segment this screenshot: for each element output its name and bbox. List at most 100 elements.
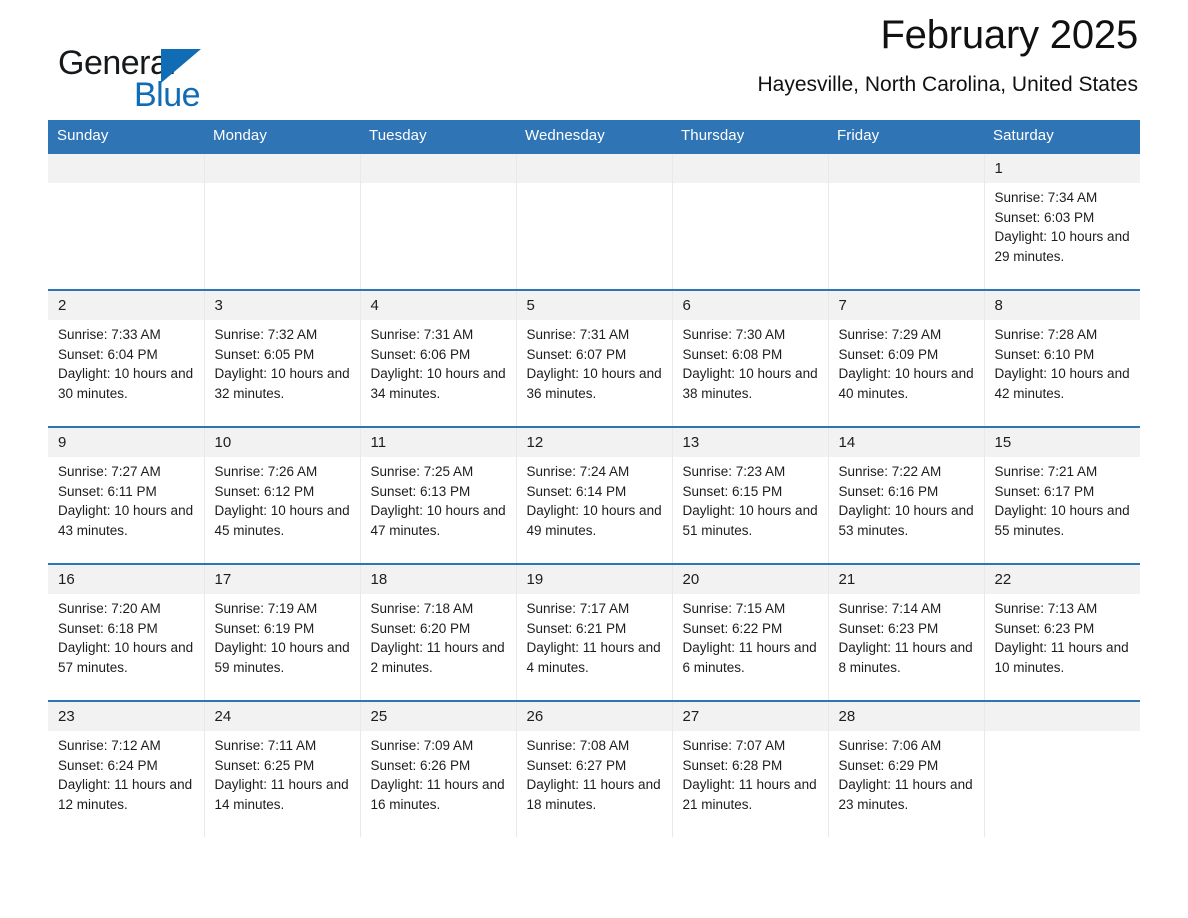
daylight-text: Daylight: 11 hours and 10 minutes.: [994, 640, 1129, 675]
day-number: [204, 154, 360, 183]
calendar-day-cell[interactable]: 6 Sunrise: 7:30 AM Sunset: 6:08 PM Daylight…: [671, 289, 829, 427]
sunrise-text: Sunrise: 7:07 AM: [682, 738, 786, 753]
calendar-day-cell[interactable]: 8 Sunrise: 7:28 AM Sunset: 6:10 PM Daylight…: [983, 289, 1141, 427]
calendar-day-cell-empty: [48, 152, 205, 290]
calendar-day-cell[interactable]: 21 Sunrise: 7:14 AM Sunset: 6:23 PM Dayligh…: [827, 563, 985, 701]
day-info: Sunrise: 7:31 AM Sunset: 6:07 PM Daylight:…: [517, 320, 672, 403]
calendar-day-cell[interactable]: 3 Sunrise: 7:32 AM Sunset: 6:05 PM Daylight…: [203, 289, 361, 427]
day-info: Sunrise: 7:21 AM Sunset: 6:17 PM Daylight:…: [985, 457, 1141, 540]
page-subtitle: Hayesville, North Carolina, United State…: [757, 73, 1138, 96]
logo-text-blue: Blue: [134, 76, 201, 114]
sunset-text: Sunset: 6:25 PM: [214, 757, 315, 773]
day-number: 28: [828, 702, 984, 731]
day-number: [48, 154, 204, 183]
sunset-text: Sunset: 6:13 PM: [370, 483, 471, 499]
calendar-day-cell[interactable]: 24 Sunrise: 7:11 AM Sunset: 6:25 PM Dayligh…: [203, 700, 361, 837]
sunrise-text: Sunrise: 7:06 AM: [838, 738, 942, 753]
sunset-text: Sunset: 6:23 PM: [994, 620, 1095, 636]
sunset-text: Sunset: 6:19 PM: [214, 620, 315, 636]
page-title: February 2025: [880, 13, 1138, 57]
day-info: Sunrise: 7:30 AM Sunset: 6:08 PM Daylight:…: [673, 320, 828, 403]
day-info: Sunrise: 7:19 AM Sunset: 6:19 PM Daylight:…: [205, 594, 360, 677]
day-number: 18: [360, 565, 516, 594]
calendar-day-cell[interactable]: 9 Sunrise: 7:27 AM Sunset: 6:11 PM Daylight…: [48, 426, 205, 564]
day-number: 22: [984, 565, 1140, 594]
weekday-header-monday: Monday: [204, 120, 360, 153]
sunset-text: Sunset: 6:17 PM: [994, 483, 1095, 499]
daylight-text: Daylight: 10 hours and 49 minutes.: [526, 503, 662, 538]
calendar-body: 1 Sunrise: 7:34 AM Sunset: 6:03 PM Daylight…: [48, 152, 1141, 837]
calendar-day-cell[interactable]: 4 Sunrise: 7:31 AM Sunset: 6:06 PM Daylight…: [359, 289, 517, 427]
calendar-day-cell[interactable]: 13 Sunrise: 7:23 AM Sunset: 6:15 PM Dayligh…: [671, 426, 829, 564]
day-info: Sunrise: 7:29 AM Sunset: 6:09 PM Daylight:…: [829, 320, 984, 403]
sunrise-text: Sunrise: 7:14 AM: [838, 601, 942, 616]
sunrise-text: Sunrise: 7:25 AM: [370, 464, 474, 479]
calendar-day-cell[interactable]: 28 Sunrise: 7:06 AM Sunset: 6:29 PM Dayligh…: [827, 700, 985, 837]
daylight-text: Daylight: 11 hours and 12 minutes.: [58, 777, 193, 812]
sunset-text: Sunset: 6:29 PM: [838, 757, 939, 773]
calendar-day-cell[interactable]: 15 Sunrise: 7:21 AM Sunset: 6:17 PM Dayligh…: [983, 426, 1141, 564]
daylight-text: Daylight: 10 hours and 42 minutes.: [994, 366, 1130, 401]
calendar-day-cell[interactable]: 26 Sunrise: 7:08 AM Sunset: 6:27 PM Dayligh…: [515, 700, 673, 837]
sunset-text: Sunset: 6:07 PM: [526, 346, 627, 362]
calendar-day-cell[interactable]: 1 Sunrise: 7:34 AM Sunset: 6:03 PM Daylight…: [983, 152, 1141, 290]
day-number: [672, 154, 828, 183]
sunset-text: Sunset: 6:05 PM: [214, 346, 315, 362]
calendar-day-cell[interactable]: 27 Sunrise: 7:07 AM Sunset: 6:28 PM Dayligh…: [671, 700, 829, 837]
sunrise-text: Sunrise: 7:13 AM: [994, 601, 1098, 616]
weekday-header-friday: Friday: [828, 120, 984, 153]
calendar-day-cell[interactable]: 14 Sunrise: 7:22 AM Sunset: 6:16 PM Dayligh…: [827, 426, 985, 564]
sunrise-text: Sunrise: 7:33 AM: [58, 327, 161, 342]
sunrise-text: Sunrise: 7:15 AM: [682, 601, 786, 616]
daylight-text: Daylight: 10 hours and 47 minutes.: [370, 503, 506, 538]
general-blue-logo: General Blue: [58, 46, 318, 116]
day-info: Sunrise: 7:22 AM Sunset: 6:16 PM Daylight:…: [829, 457, 984, 540]
calendar-day-cell[interactable]: 2 Sunrise: 7:33 AM Sunset: 6:04 PM Daylight…: [48, 289, 205, 427]
daylight-text: Daylight: 11 hours and 16 minutes.: [370, 777, 505, 812]
daylight-text: Daylight: 11 hours and 4 minutes.: [526, 640, 661, 675]
calendar-page: General Blue February 2025 Hayesville, N…: [0, 0, 1188, 918]
day-info: Sunrise: 7:34 AM Sunset: 6:03 PM Daylight:…: [985, 183, 1141, 266]
day-info: Sunrise: 7:28 AM Sunset: 6:10 PM Daylight:…: [985, 320, 1141, 403]
sunset-text: Sunset: 6:26 PM: [370, 757, 471, 773]
day-info: Sunrise: 7:11 AM Sunset: 6:25 PM Daylight:…: [205, 731, 360, 814]
sunrise-text: Sunrise: 7:32 AM: [214, 327, 318, 342]
calendar-day-cell[interactable]: 20 Sunrise: 7:15 AM Sunset: 6:22 PM Dayligh…: [671, 563, 829, 701]
calendar-day-cell[interactable]: 12 Sunrise: 7:24 AM Sunset: 6:14 PM Dayligh…: [515, 426, 673, 564]
calendar-day-cell[interactable]: 11 Sunrise: 7:25 AM Sunset: 6:13 PM Dayligh…: [359, 426, 517, 564]
calendar-day-cell[interactable]: 18 Sunrise: 7:18 AM Sunset: 6:20 PM Dayligh…: [359, 563, 517, 701]
daylight-text: Daylight: 10 hours and 51 minutes.: [682, 503, 818, 538]
day-info: Sunrise: 7:17 AM Sunset: 6:21 PM Daylight:…: [517, 594, 672, 677]
day-info: Sunrise: 7:12 AM Sunset: 6:24 PM Daylight:…: [48, 731, 204, 814]
sunrise-text: Sunrise: 7:23 AM: [682, 464, 786, 479]
calendar-day-cell[interactable]: 22 Sunrise: 7:13 AM Sunset: 6:23 PM Dayligh…: [983, 563, 1140, 701]
day-number: 2: [48, 291, 204, 320]
sunset-text: Sunset: 6:20 PM: [370, 620, 471, 636]
day-info: Sunrise: 7:26 AM Sunset: 6:12 PM Daylight:…: [205, 457, 360, 540]
day-number: 4: [360, 291, 516, 320]
calendar-day-cell[interactable]: 10 Sunrise: 7:26 AM Sunset: 6:12 PM Dayligh…: [203, 426, 361, 564]
day-number: 10: [204, 428, 360, 457]
day-number: 21: [828, 565, 984, 594]
sunset-text: Sunset: 6:28 PM: [682, 757, 783, 773]
day-number: 25: [360, 702, 516, 731]
calendar-day-cell[interactable]: 5 Sunrise: 7:31 AM Sunset: 6:07 PM Daylight…: [515, 289, 673, 427]
calendar-day-cell[interactable]: 7 Sunrise: 7:29 AM Sunset: 6:09 PM Daylight…: [827, 289, 985, 427]
day-info: Sunrise: 7:09 AM Sunset: 6:26 PM Daylight:…: [361, 731, 516, 814]
calendar-day-cell[interactable]: 19 Sunrise: 7:17 AM Sunset: 6:21 PM Dayligh…: [515, 563, 673, 701]
sunrise-text: Sunrise: 7:08 AM: [526, 738, 630, 753]
calendar-day-cell[interactable]: 23 Sunrise: 7:12 AM Sunset: 6:24 PM Dayligh…: [48, 700, 205, 837]
calendar-day-cell[interactable]: 17 Sunrise: 7:19 AM Sunset: 6:19 PM Dayligh…: [203, 563, 361, 701]
daylight-text: Daylight: 10 hours and 34 minutes.: [370, 366, 506, 401]
daylight-text: Daylight: 10 hours and 30 minutes.: [58, 366, 194, 401]
logo-text-general: General: [58, 44, 176, 82]
daylight-text: Daylight: 11 hours and 2 minutes.: [370, 640, 505, 675]
weekday-header-tuesday: Tuesday: [360, 120, 516, 153]
sunset-text: Sunset: 6:14 PM: [526, 483, 627, 499]
weekday-header-thursday: Thursday: [672, 120, 828, 153]
day-number: 19: [516, 565, 672, 594]
day-info: Sunrise: 7:25 AM Sunset: 6:13 PM Daylight:…: [361, 457, 516, 540]
day-number: 17: [204, 565, 360, 594]
calendar-day-cell[interactable]: 25 Sunrise: 7:09 AM Sunset: 6:26 PM Dayligh…: [359, 700, 517, 837]
calendar-day-cell[interactable]: 16 Sunrise: 7:20 AM Sunset: 6:18 PM Dayligh…: [48, 563, 205, 701]
